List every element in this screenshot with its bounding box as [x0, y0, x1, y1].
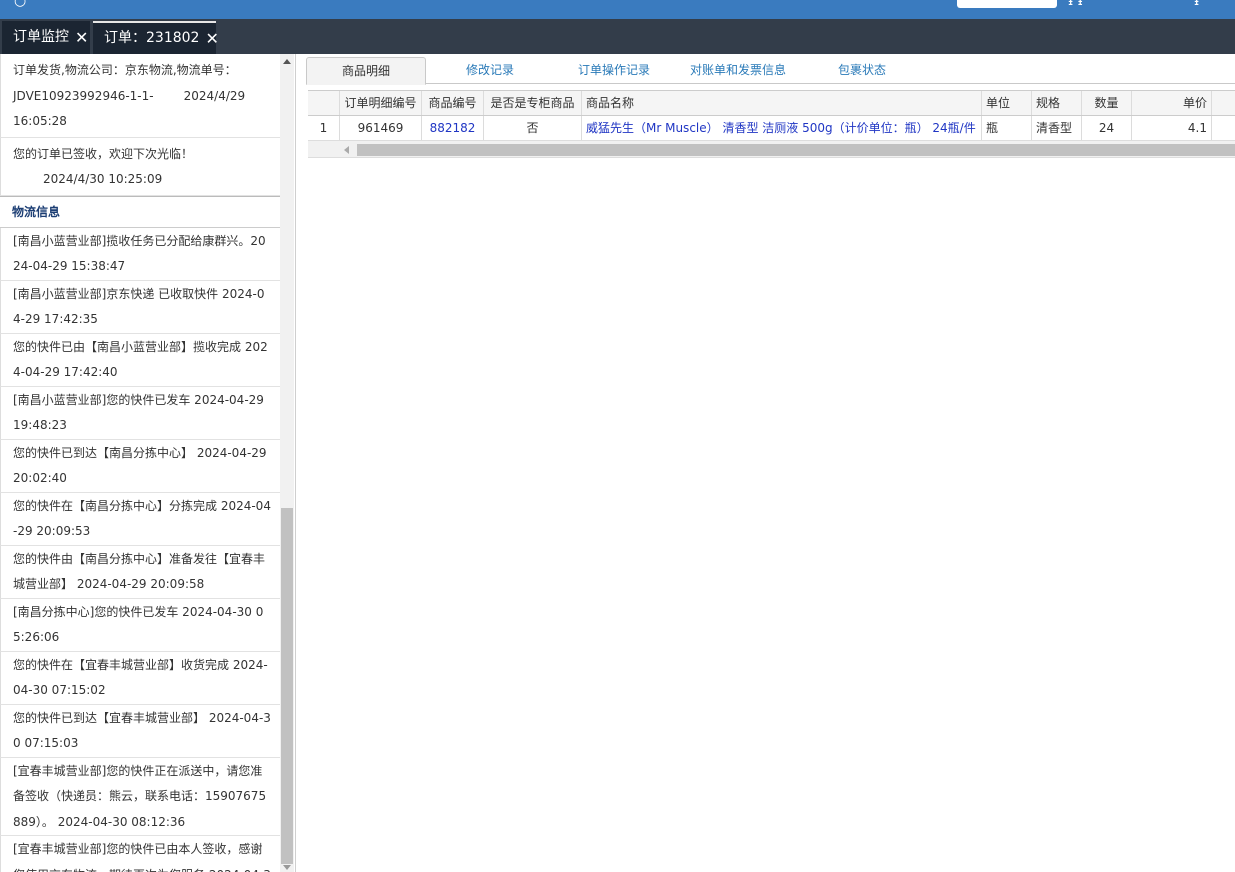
- grid-cell-spec: 清香型: [1032, 116, 1082, 140]
- grid-header-cell[interactable]: 规格: [1032, 91, 1082, 115]
- tab-bar: 订单监控 ✕ 订单：231802 ✕: [0, 19, 1235, 54]
- order-log-entry: 订单发货,物流公司：京东物流,物流单号：JDVE10923992946-1-1-…: [0, 54, 280, 138]
- logistics-entry: 您的快件由【南昌分拣中心】准备发往【宜春丰城营业部】 2024-04-29 20…: [0, 545, 280, 599]
- grid-header-cell[interactable]: 订单明细编号: [340, 91, 422, 115]
- grid-header-cell[interactable]: 商品编号: [422, 91, 484, 115]
- grid-cell-quantity: 24: [1082, 116, 1132, 140]
- scroll-up-arrow-icon[interactable]: [283, 59, 291, 64]
- grid-cell-unit-price: 4.1: [1132, 116, 1212, 140]
- logistics-entry: [南昌小蓝营业部]京东快递 已收取快件 2024-04-29 17:42:35: [0, 280, 280, 334]
- header-user-icon[interactable]: ᵻ: [1194, 0, 1199, 9]
- order-log-panel: 订单发货,物流公司：京东物流,物流单号：JDVE10923992946-1-1-…: [0, 54, 296, 872]
- grid-cell-rownum: 1: [308, 116, 340, 140]
- order-detail-panel: 商品明细 修改记录 订单操作记录 对账单和发票信息 包裹状态 订单明细编号 商品…: [306, 54, 1235, 872]
- scroll-down-arrow-icon[interactable]: [283, 865, 291, 870]
- grid-cell-product-name-link[interactable]: 威猛先生（Mr Muscle） 清香型 洁厕液 500g（计价单位：瓶） 24瓶…: [582, 116, 982, 140]
- left-panel-scrollbar[interactable]: [280, 54, 294, 872]
- logistics-entry: [南昌分拣中心]您的快件已发车 2024-04-30 05:26:06: [0, 598, 280, 652]
- subtab-operation-records[interactable]: 订单操作记录: [554, 57, 674, 84]
- grid-horizontal-scrollbar[interactable]: [308, 141, 1235, 158]
- grid-header-cell[interactable]: 单位: [982, 91, 1032, 115]
- header-search-input[interactable]: [957, 0, 1057, 8]
- logistics-entry: 您的快件已由【南昌小蓝营业部】揽收完成 2024-04-29 17:42:40: [0, 333, 280, 387]
- grid-header-row: 订单明细编号 商品编号 是否是专柜商品 商品名称 单位 规格 数量 单价: [308, 91, 1235, 116]
- logistics-entry: 您的快件已到达【南昌分拣中心】 2024-04-29 20:02:40: [0, 439, 280, 493]
- logistics-entry: [宜春丰城营业部]您的快件正在派送中，请您准备签收（快递员：熊云，联系电话：15…: [0, 757, 280, 836]
- subtab-statement-invoice[interactable]: 对账单和发票信息: [678, 57, 798, 84]
- grid-header-cell[interactable]: 数量: [1082, 91, 1132, 115]
- grid-header-cell[interactable]: 是否是专柜商品: [484, 91, 582, 115]
- scrollbar-thumb[interactable]: [281, 508, 293, 864]
- detail-subtab-bar: 商品明细 修改记录 订单操作记录 对账单和发票信息 包裹状态: [306, 57, 1235, 85]
- logistics-entry: 您的快件在【宜春丰城营业部】收货完成 2024-04-30 07:15:02: [0, 651, 280, 705]
- subtab-product-details[interactable]: 商品明细: [306, 57, 426, 85]
- order-log-entry: 您的订单已签收，欢迎下次光临！ 2024/4/30 10:25:09: [0, 137, 280, 196]
- subtab-package-status[interactable]: 包裹状态: [802, 57, 922, 84]
- subtab-modify-records[interactable]: 修改记录: [430, 57, 550, 84]
- product-grid: 订单明细编号 商品编号 是否是专柜商品 商品名称 单位 规格 数量 单价 1 9…: [308, 90, 1235, 158]
- grid-header-cell[interactable]: 单价: [1132, 91, 1212, 115]
- grid-header-cell[interactable]: 商品名称: [582, 91, 982, 115]
- order-log-time: 2024/4/30 10:25:09: [43, 172, 163, 186]
- close-icon[interactable]: ✕: [205, 30, 218, 47]
- table-row[interactable]: 1 961469 882182 否 威猛先生（Mr Muscle） 清香型 洁厕…: [308, 116, 1235, 141]
- scrollbar-thumb[interactable]: [357, 144, 1235, 156]
- order-log-content: 订单发货,物流公司：京东物流,物流单号：JDVE10923992946-1-1-…: [0, 54, 280, 872]
- header-menu-icon[interactable]: ᵻ ᵻ: [1068, 0, 1083, 9]
- tab-order-detail[interactable]: 订单：231802 ✕: [93, 21, 219, 54]
- tab-label: 订单监控: [13, 29, 69, 45]
- logistics-entry: [宜春丰城营业部]您的快件已由本人签收，感谢您使用京东物流，期待再次为您服务 2…: [0, 836, 280, 872]
- close-icon[interactable]: ✕: [75, 29, 88, 46]
- tab-label: 订单：231802: [104, 30, 200, 46]
- order-log-text: 您的订单已签收，欢迎下次光临！: [13, 146, 194, 161]
- grid-cell-unit: 瓶: [982, 116, 1032, 140]
- logistics-entry: [南昌小蓝营业部]揽收任务已分配给康群兴。2024-04-29 15:38:47: [0, 227, 280, 281]
- logistics-heading: 物流信息: [0, 195, 280, 228]
- grid-cell-detail-no: 961469: [340, 116, 422, 140]
- logistics-entry: 您的快件已到达【宜春丰城营业部】 2024-04-30 07:15:03: [0, 704, 280, 758]
- grid-cell-counter-flag: 否: [484, 116, 582, 140]
- tab-order-monitor[interactable]: 订单监控 ✕: [2, 21, 90, 54]
- scroll-left-arrow-icon[interactable]: [344, 146, 349, 154]
- header-glyph-icon: ○ ʹ: [14, 0, 35, 9]
- grid-header-cell: [308, 91, 340, 115]
- grid-cell-product-no-link[interactable]: 882182: [422, 116, 484, 140]
- logistics-entry: 您的快件在【南昌分拣中心】分拣完成 2024-04-29 20:09:53: [0, 492, 280, 546]
- logistics-entry: [南昌小蓝营业部]您的快件已发车 2024-04-29 19:48:23: [0, 386, 280, 440]
- top-header-bar: ○ ʹ ᵻ ᵻ ᵻ: [0, 0, 1235, 19]
